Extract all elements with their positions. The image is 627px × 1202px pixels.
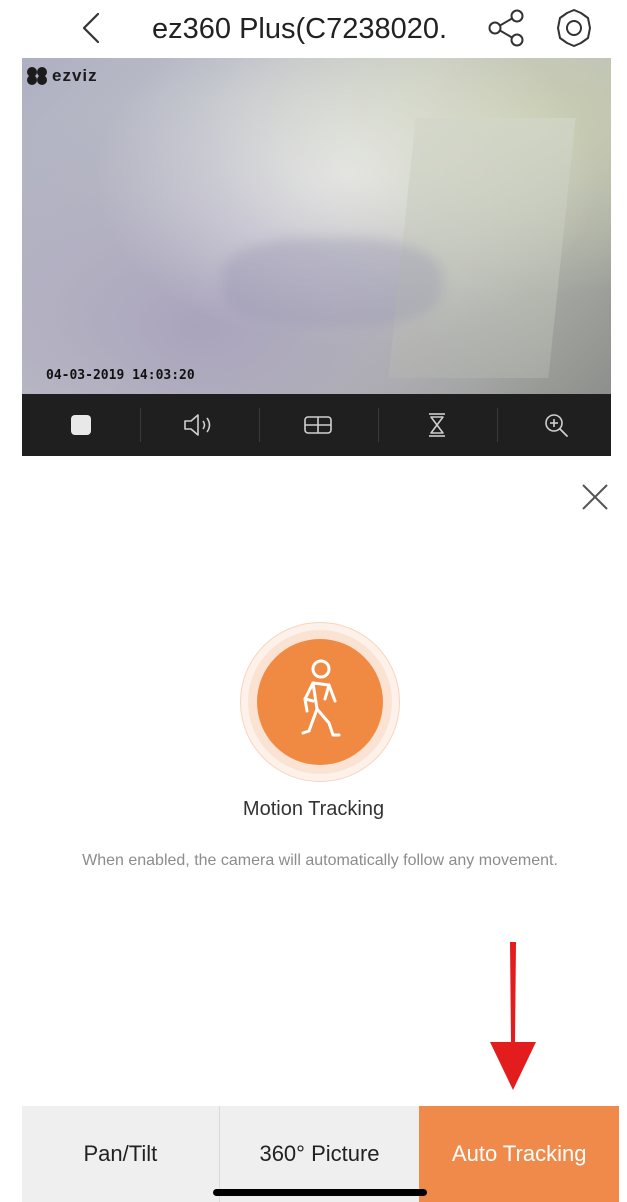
tab-360-picture[interactable]: 360° Picture bbox=[218, 1106, 420, 1202]
back-icon[interactable] bbox=[74, 8, 110, 48]
close-icon[interactable] bbox=[578, 480, 612, 514]
volume-icon[interactable] bbox=[140, 394, 258, 456]
home-indicator bbox=[213, 1189, 427, 1196]
live-video-feed[interactable]: ezviz 04-03-2019 14:03:20 bbox=[22, 58, 611, 394]
grid-icon[interactable] bbox=[259, 394, 377, 456]
video-scene-shadow bbox=[222, 238, 442, 328]
hourglass-icon[interactable] bbox=[378, 394, 496, 456]
share-icon[interactable] bbox=[485, 6, 529, 50]
settings-gear-icon[interactable] bbox=[552, 6, 596, 50]
stop-icon[interactable] bbox=[22, 394, 140, 456]
header-bar: ez360 Plus(C7238020. bbox=[0, 0, 627, 58]
tab-pan-tilt[interactable]: Pan/Tilt bbox=[22, 1106, 219, 1202]
zoom-in-icon[interactable] bbox=[497, 394, 615, 456]
tab-auto-tracking[interactable]: Auto Tracking bbox=[419, 1106, 620, 1202]
feature-description: When enabled, the camera will automatica… bbox=[82, 852, 558, 869]
ezviz-logo: ezviz bbox=[26, 66, 98, 86]
walking-person-icon bbox=[301, 659, 341, 737]
motion-tracking-toggle[interactable] bbox=[240, 622, 400, 782]
feature-title: Motion Tracking bbox=[242, 798, 385, 820]
video-toolbar bbox=[22, 394, 611, 456]
red-arrow-annotation bbox=[488, 942, 538, 1092]
device-title: ez360 Plus(C7238020. bbox=[152, 13, 448, 45]
logo-text: ezviz bbox=[52, 66, 98, 85]
ezviz-logo-icon bbox=[27, 67, 47, 85]
video-timestamp: 04-03-2019 14:03:20 bbox=[46, 368, 195, 383]
mode-tab-bar: Pan/Tilt 360° Picture Auto Tracking bbox=[22, 1106, 620, 1202]
